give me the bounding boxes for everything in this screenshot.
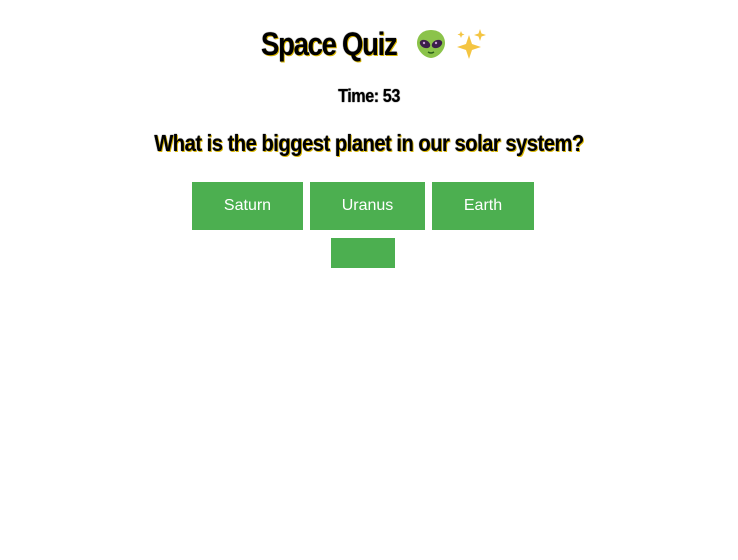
timer: Time: 53	[338, 86, 400, 106]
answer-button-1[interactable]: Saturn	[192, 182, 303, 230]
sparkles-icon	[454, 27, 488, 61]
title-row: Space Quiz	[0, 24, 738, 64]
quiz-title: Space Quiz	[261, 25, 398, 62]
answer-button-2[interactable]: Uranus	[310, 182, 425, 230]
answer-button-3[interactable]: Earth	[432, 182, 534, 230]
answer-button-4[interactable]	[331, 238, 395, 268]
quiz-page: Space Quiz Time: 53 What is the biggest …	[0, 0, 738, 560]
alien-icon	[414, 27, 448, 61]
question-text: What is the biggest planet in our solar …	[154, 130, 584, 156]
